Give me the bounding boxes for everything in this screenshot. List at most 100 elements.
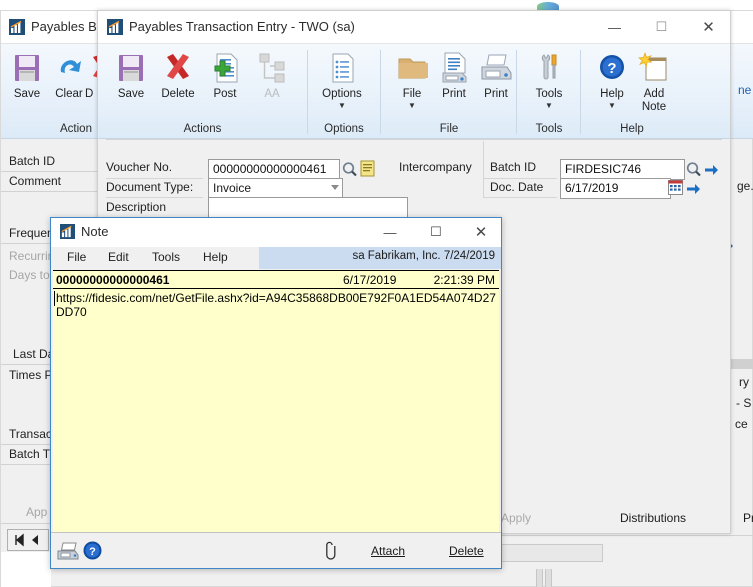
bg-batch-id-label: Batch ID [9,154,56,168]
bg-batch-total-label: Batch T [9,447,51,461]
add-note-label: Add Note [641,88,667,113]
divider [307,50,308,134]
maximize-icon: ☐ [430,224,442,239]
edge-fragment-0: ne [738,83,752,97]
bg-days-to-label: Days to [9,268,50,282]
printer-label: Print [484,88,508,100]
blue-arrow-icon[interactable] [703,160,720,180]
chevron-down-icon: ▼ [545,101,553,110]
post-document-plus-icon [207,50,243,86]
delete-button[interactable]: Delete [152,50,204,101]
analytical-accounting-icon [254,50,290,86]
transaction-window-title: Payables Transaction Entry - TWO (sa) [129,19,355,34]
description-input[interactable] [208,197,408,218]
minimize-button[interactable]: — [592,11,637,43]
transaction-window-titlebar[interactable]: Payables Transaction Entry - TWO (sa) — … [98,11,730,44]
minimize-icon: — [383,224,397,240]
help-group-label: Help [620,123,644,135]
options-group-label: Options [324,123,364,135]
post-button[interactable]: Post [199,50,251,101]
divider [491,535,753,536]
edge-fragment-4: ce [735,417,748,431]
save-label: Save [117,88,145,100]
divider [380,50,381,134]
close-icon: ✕ [474,224,488,241]
divider [1,171,97,172]
options-list-icon [324,50,360,86]
chevron-down-icon: ▼ [408,101,416,110]
close-button[interactable]: ✕ [686,11,731,43]
edge-fragment-1: ge. [737,179,753,193]
printer-icon [478,50,514,86]
tools-group-label: Tools [535,123,563,135]
note-date: 6/17/2019 [343,273,397,287]
note-text-area[interactable]: https://fidesic.com/net/GetFile.ashx?id=… [53,289,499,532]
divider [580,50,581,134]
note-status-strip: sa Fabrikam, Inc. 7/24/2019 [259,247,501,269]
doc-date-input[interactable]: 6/17/2019 [560,178,671,199]
options-button[interactable]: Options ▼ [316,50,368,110]
voucher-no-input[interactable]: 00000000000000461 [208,159,340,180]
apply-link: Apply [501,511,531,525]
note-time: 2:21:39 PM [433,273,495,287]
divider [1,191,97,192]
distributions-link[interactable]: Distributions [620,511,686,525]
paperclip-icon[interactable] [324,541,336,564]
bg-transaction-label: Transac [9,427,52,441]
note-menu-file[interactable]: File [67,250,86,264]
note-header-row: 00000000000000461 6/17/2019 2:21:39 PM [53,270,499,289]
print-document-icon [436,50,472,86]
add-note-icon [636,50,672,86]
note-title: Note [81,224,109,239]
divider [1,364,51,365]
tools-button[interactable]: Tools ▼ [523,50,575,110]
print-check-link[interactable]: Print Check [743,511,753,525]
help-question-icon[interactable]: ? [83,541,102,563]
save-button[interactable]: Save [105,50,157,101]
calendar-icon[interactable] [668,180,683,198]
batch-id-input[interactable]: FIRDESIC746 [560,159,685,180]
chart-bars-icon [9,19,25,35]
tools-wrench-screwdriver-icon [531,50,567,86]
printer-button[interactable]: Print [470,50,522,101]
note-document-icon[interactable] [360,160,375,180]
maximize-button[interactable]: ☐ [639,11,684,43]
lookup-icon[interactable] [341,160,359,182]
bottom-left-blank-area [1,552,51,587]
note-menu-edit[interactable]: Edit [108,250,129,264]
note-status-text: sa Fabrikam, Inc. 7/24/2019 [352,250,495,262]
record-navigation-buttons[interactable] [7,529,49,551]
footer-input-stub[interactable] [501,544,603,562]
document-type-label: Document Type: [106,180,194,194]
printer-icon[interactable] [57,541,81,564]
options-label: Options [322,88,362,100]
note-close-button[interactable]: ✕ [460,218,502,246]
analytical-accounting-button: AA [246,50,298,101]
note-titlebar[interactable]: Note — ☐ ✕ [51,218,501,247]
note-minimize-button[interactable]: — [369,218,411,246]
add-note-button[interactable]: Add Note [628,50,680,114]
chart-bars-icon [107,19,123,35]
scrollbar-stub-2[interactable] [545,569,552,587]
attach-link[interactable]: Attach [371,544,405,558]
svg-text:?: ? [89,546,96,558]
blue-arrow-icon[interactable] [685,179,702,199]
save-floppy-icon [9,50,45,86]
divider [516,50,517,134]
description-label: Description [106,200,167,214]
intercompany-label: Intercompany [399,160,472,174]
note-menu-tools[interactable]: Tools [152,250,180,264]
document-type-select[interactable]: Invoice [208,178,343,199]
bg-recurring-label: Recurrin [9,249,55,263]
scrollbar-stub-1[interactable] [536,569,543,587]
text-caret [54,291,55,306]
bg-apply-label: App [26,505,48,519]
divider [106,139,722,140]
delete-link[interactable]: Delete [449,544,484,558]
note-maximize-button[interactable]: ☐ [415,218,457,246]
note-menu-help[interactable]: Help [203,250,228,264]
edge-fragment-3: - S [736,396,752,410]
apply-label: Apply [501,511,532,525]
delete-label: Delete [161,88,195,100]
note-menubar: sa Fabrikam, Inc. 7/24/2019 File Edit To… [51,247,501,269]
